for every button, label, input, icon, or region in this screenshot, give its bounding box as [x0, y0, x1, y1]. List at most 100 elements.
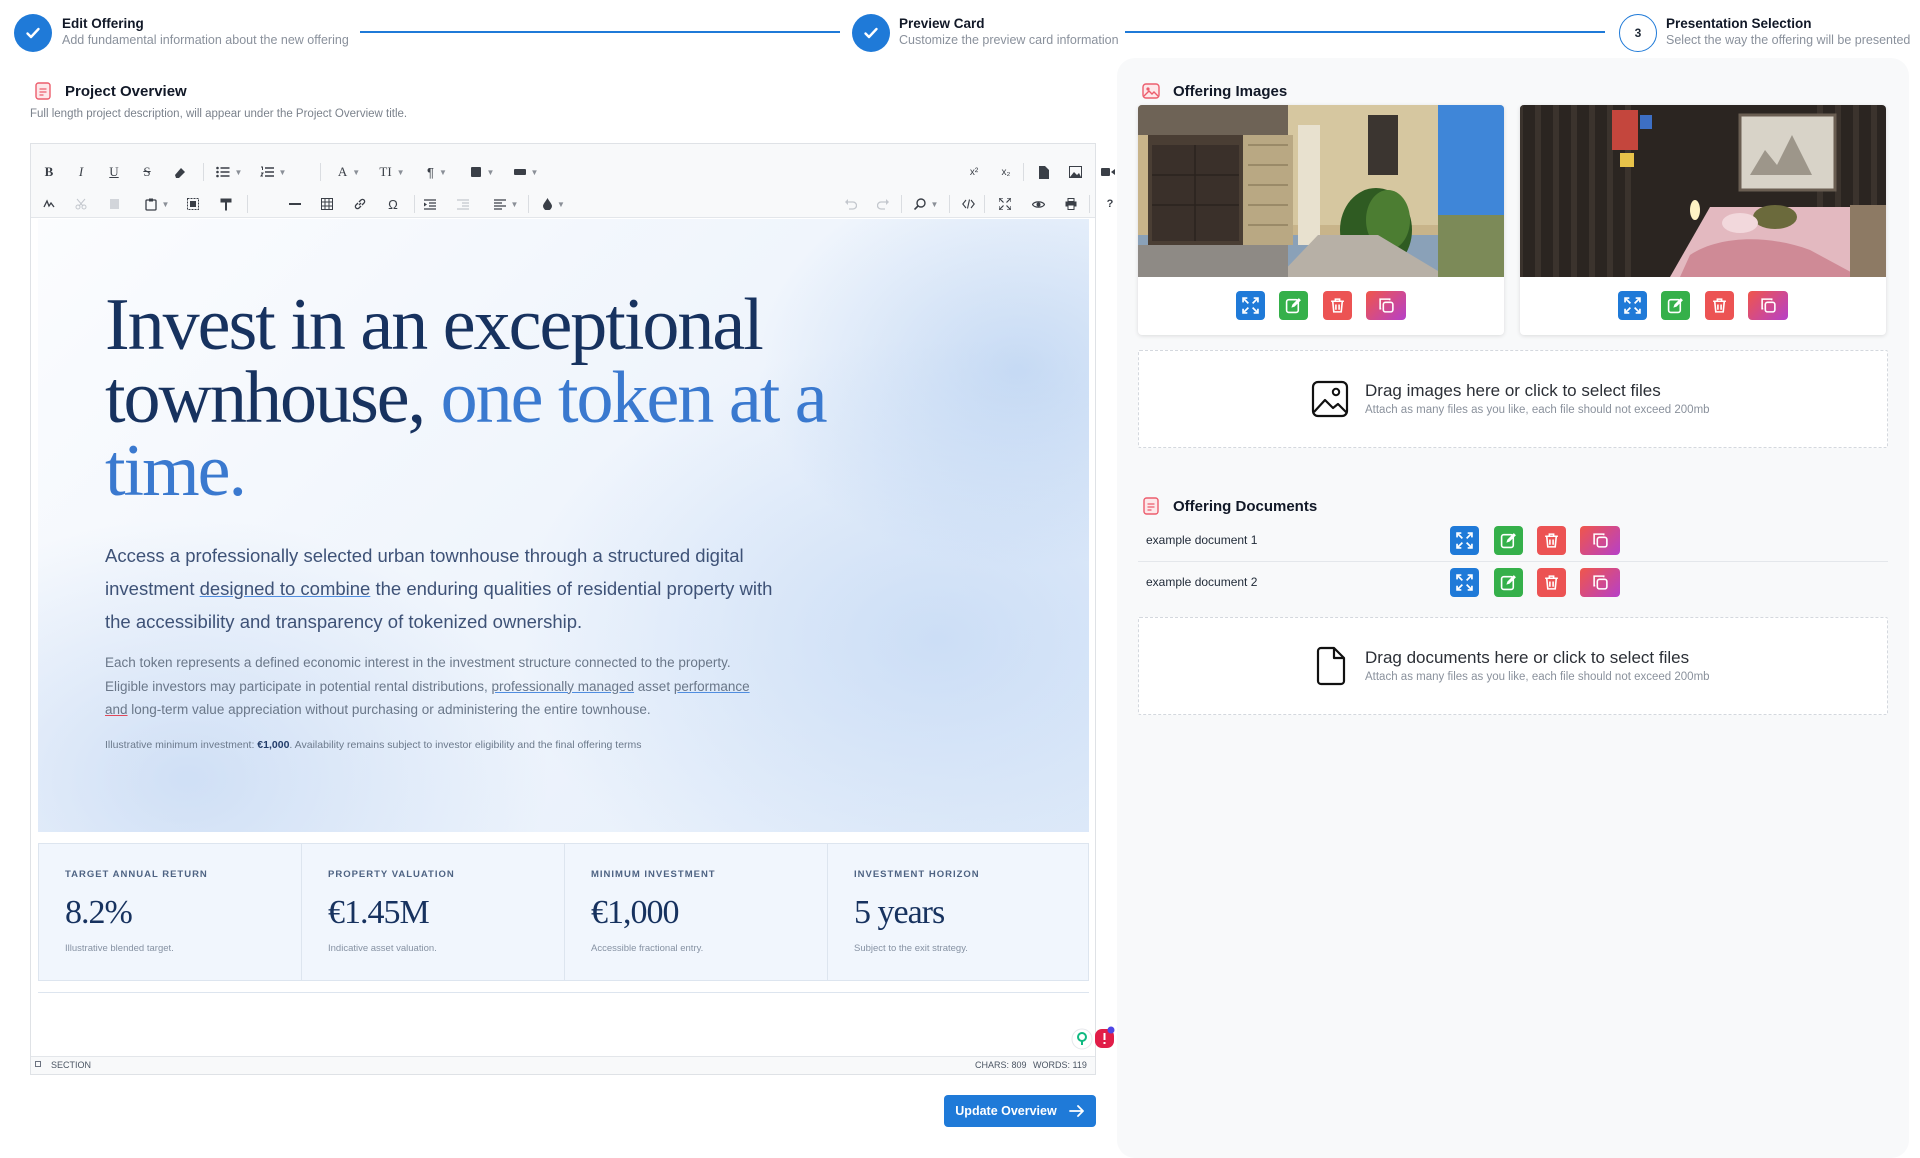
outdent-button[interactable]: [453, 193, 473, 215]
expand-image-button[interactable]: [1618, 291, 1647, 320]
align-button[interactable]: ▼: [486, 193, 526, 215]
insert-image-button[interactable]: [1065, 161, 1085, 183]
hero-headline: Invest in an exceptional townhouse, one …: [105, 288, 865, 508]
table-button[interactable]: [317, 193, 337, 215]
step-1-title[interactable]: Edit Offering: [62, 16, 144, 31]
grammar-assistant-icon: [1071, 1026, 1115, 1050]
hero-body: Each token represents a defined economic…: [105, 651, 765, 722]
document-row[interactable]: example document 2: [1138, 562, 1888, 604]
indent-button[interactable]: [420, 193, 440, 215]
strikethrough-button[interactable]: S: [137, 161, 157, 183]
file-icon: [1038, 165, 1049, 179]
chevron-down-icon: ▼: [234, 167, 243, 177]
chevron-down-icon: ▼: [352, 167, 361, 177]
step-3-subtitle: Select the way the offering will be pres…: [1666, 33, 1911, 47]
expand-document-button[interactable]: [1450, 526, 1479, 555]
grammar-assistant-widget[interactable]: [1071, 1026, 1115, 1050]
horizontal-rule-button[interactable]: [285, 193, 305, 215]
link-icon: [354, 198, 366, 210]
special-char-button[interactable]: Ω: [383, 193, 403, 215]
paste-button[interactable]: ▼: [137, 193, 177, 215]
copy-icon: [1760, 298, 1776, 313]
expand-image-button[interactable]: [1236, 291, 1265, 320]
edit-document-button[interactable]: [1494, 526, 1523, 555]
body-underlined-phrase: professionally managed: [491, 678, 635, 694]
edit-image-button[interactable]: [1661, 291, 1690, 320]
search-icon: [913, 198, 926, 210]
format-painter-button[interactable]: [216, 193, 236, 215]
subscript-button[interactable]: x₂: [995, 161, 1017, 183]
chevron-down-icon: ▼: [161, 199, 170, 209]
underline-button[interactable]: U: [104, 161, 124, 183]
font-size-button[interactable]: TI ▼: [374, 161, 410, 183]
stat-label: TARGET ANNUAL RETURN: [65, 869, 208, 880]
find-button[interactable]: ▼: [907, 193, 945, 215]
paint-bucket-icon: [470, 167, 481, 177]
image-card[interactable]: [1520, 105, 1886, 335]
element-path[interactable]: SECTION: [51, 1060, 91, 1070]
italic-button[interactable]: I: [71, 161, 91, 183]
insert-file-button[interactable]: [1033, 161, 1053, 183]
source-code-button[interactable]: [958, 193, 978, 215]
stat-label: INVESTMENT HORIZON: [854, 869, 980, 880]
delete-document-button[interactable]: [1537, 568, 1566, 597]
paragraph-button[interactable]: ¶ ▼: [419, 161, 455, 183]
superscript-button[interactable]: x²: [963, 161, 985, 183]
copy-icon: [1592, 575, 1608, 590]
note-amount: €1,000: [257, 739, 290, 751]
indent-icon: [424, 198, 436, 210]
step-1-check-icon[interactable]: [14, 14, 52, 52]
redo-button[interactable]: [873, 193, 893, 215]
image-dropzone[interactable]: Drag images here or click to select file…: [1138, 350, 1888, 448]
document-dropzone[interactable]: Drag documents here or click to select f…: [1138, 617, 1888, 715]
print-button[interactable]: [1061, 193, 1081, 215]
duplicate-document-button[interactable]: [1580, 526, 1620, 555]
align-block-button[interactable]: ▼: [508, 161, 544, 183]
chevron-down-icon: ▼: [510, 199, 519, 209]
step-2-check-icon[interactable]: [852, 14, 890, 52]
eraser-button[interactable]: [169, 161, 191, 183]
undo-button[interactable]: [841, 193, 861, 215]
bullet-list-button[interactable]: ▼: [209, 161, 249, 183]
stat-value: 5 years: [854, 894, 945, 931]
fullscreen-button[interactable]: [995, 193, 1015, 215]
expand-document-button[interactable]: [1450, 568, 1479, 597]
highlight-color-button[interactable]: ▼: [536, 193, 572, 215]
step-2-title[interactable]: Preview Card: [899, 16, 985, 31]
edit-document-button[interactable]: [1494, 568, 1523, 597]
spellcheck-button[interactable]: [39, 193, 59, 215]
rich-text-editor[interactable]: B I U S ▼ ▼ A ▼ TI ▼ ¶ ▼ ▼ ▼ x² x₂ ▼ Ω ▼…: [30, 143, 1115, 1075]
bold-button[interactable]: B: [39, 161, 59, 183]
numbered-list-button[interactable]: ▼: [253, 161, 293, 183]
video-icon: [1101, 168, 1115, 176]
hero-section[interactable]: Invest in an exceptional townhouse, one …: [38, 219, 1089, 832]
bedroom-photo[interactable]: [1520, 105, 1886, 277]
document-row[interactable]: example document 1: [1138, 520, 1888, 562]
insert-video-button[interactable]: [1098, 161, 1118, 183]
duplicate-image-button[interactable]: [1748, 291, 1788, 320]
link-button[interactable]: [350, 193, 370, 215]
body-text: asset: [634, 678, 674, 694]
font-color-button[interactable]: A ▼: [331, 161, 367, 183]
spellcheck-icon: [43, 199, 55, 208]
step-3-number[interactable]: 3: [1619, 14, 1657, 52]
duplicate-document-button[interactable]: [1580, 568, 1620, 597]
edit-image-button[interactable]: [1279, 291, 1308, 320]
select-all-button[interactable]: [183, 193, 203, 215]
stat-note: Subject to the exit strategy.: [854, 943, 968, 954]
preview-button[interactable]: [1028, 193, 1048, 215]
copy-button[interactable]: [104, 193, 124, 215]
step-3-title[interactable]: Presentation Selection: [1666, 16, 1812, 31]
delete-image-button[interactable]: [1705, 291, 1734, 320]
update-overview-button[interactable]: Update Overview: [944, 1095, 1096, 1127]
lead-underlined-phrase: designed to combine: [199, 578, 371, 599]
file-upload-icon: [1316, 646, 1346, 686]
image-card[interactable]: [1138, 105, 1504, 335]
delete-image-button[interactable]: [1323, 291, 1352, 320]
body-underlined-phrase: performance: [673, 678, 750, 694]
duplicate-image-button[interactable]: [1366, 291, 1406, 320]
cut-button[interactable]: [71, 193, 91, 215]
block-style-button[interactable]: ▼: [464, 161, 500, 183]
townhouse-photo[interactable]: [1138, 105, 1504, 277]
delete-document-button[interactable]: [1537, 526, 1566, 555]
